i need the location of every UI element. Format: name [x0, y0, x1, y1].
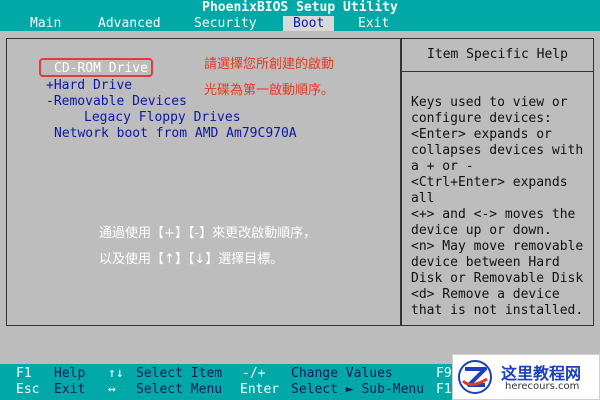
help-title: Item Specific Help	[427, 47, 568, 62]
key-minus-plus: -/+	[242, 366, 266, 381]
help-line: <Ctrl+Enter> expands	[411, 175, 568, 190]
boot-item-hard-drive[interactable]: +Hard Drive	[46, 78, 132, 93]
menu-main[interactable]: Main	[30, 16, 61, 31]
watermark-badge: 这里教程网 herecours.com	[452, 354, 600, 400]
help-line: Keys used to view or	[411, 95, 568, 110]
help-line: device up or down.	[411, 223, 552, 238]
annotation-top-line1: 請選擇您所創建的啟動	[204, 57, 335, 72]
key-f1: F1	[16, 366, 32, 381]
key-minus-plus-desc: Change Values	[291, 366, 393, 381]
watermark-url: herecours.com	[505, 381, 580, 392]
key-enter: Enter	[240, 382, 280, 397]
help-line: configure devices:	[411, 111, 552, 126]
key-enter-desc: Select ► Sub-Menu	[291, 382, 425, 397]
annotation-top-line2: 光碟為第一啟動順序。	[204, 83, 335, 98]
key-leftright: ↔	[108, 382, 116, 397]
menu-security[interactable]: Security	[194, 16, 257, 31]
key-f1-desc: Help	[54, 366, 86, 381]
top-bar: PhoenixBIOS Setup Utility Main Advanced …	[0, 0, 600, 31]
help-line: all	[411, 191, 435, 206]
annotation-mid-line1: 通過使用【+】【-】來更改啟動順序，	[99, 226, 317, 241]
annotation-mid-line2: 以及使用【↑】【↓】選擇目標。	[99, 252, 284, 267]
help-line: that is not installed.	[411, 303, 584, 318]
key-esc-desc: Exit	[54, 382, 86, 397]
menu-exit[interactable]: Exit	[358, 16, 389, 31]
key-updown: ↑↓	[108, 366, 124, 381]
key-leftright-desc: Select Menu	[136, 382, 223, 397]
help-line: a + or -	[411, 159, 474, 174]
help-line: device between Hard	[411, 255, 560, 270]
watermark-logo-icon	[458, 360, 492, 394]
key-f9: F9	[436, 366, 452, 381]
help-line: collapses devices with	[411, 143, 584, 158]
item-specific-help-panel: Item Specific Help Keys used to view or …	[401, 38, 594, 326]
help-line: <Enter> expands or	[411, 127, 552, 142]
help-line: <n> May move removable	[411, 239, 584, 254]
bios-title: PhoenixBIOS Setup Utility	[202, 0, 398, 15]
boot-item-cdrom[interactable]: CD-ROM Drive	[54, 61, 148, 76]
boot-item-legacy-floppy[interactable]: Legacy Floppy Drives	[84, 110, 241, 125]
help-line: <d> Remove a device	[411, 287, 560, 302]
key-updown-desc: Select Item	[136, 366, 223, 381]
key-esc: Esc	[16, 382, 40, 397]
help-line: <+> and <-> moves the	[411, 207, 576, 222]
boot-item-removable-devices[interactable]: -Removable Devices	[46, 94, 187, 109]
menu-advanced[interactable]: Advanced	[98, 16, 161, 31]
help-line: Disk or Removable Disk	[411, 271, 584, 286]
menu-bar: Main Advanced Security Boot Exit	[0, 16, 600, 31]
help-header: Item Specific Help	[402, 39, 593, 72]
boot-item-network-boot[interactable]: Network boot from AMD Am79C970A	[54, 126, 297, 141]
menu-boot[interactable]: Boot	[283, 16, 335, 31]
